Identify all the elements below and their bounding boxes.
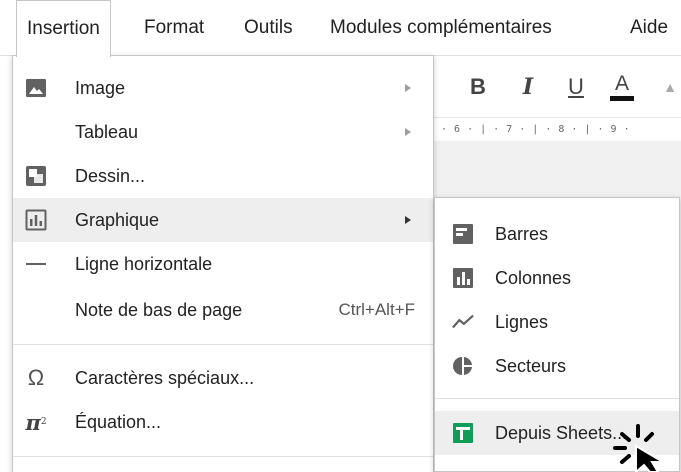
menu-item-tableau[interactable]: Tableau (13, 110, 433, 154)
menu-insertion-label: Insertion (27, 18, 100, 39)
column-chart-icon (452, 267, 474, 289)
menu-item-tableau-label: Tableau (75, 121, 139, 142)
submenu-arrow-icon (405, 128, 411, 136)
line-chart-icon (452, 311, 474, 333)
menu-bar: Insertion Format Outils Modules compléme… (0, 0, 681, 57)
omega-icon: Ω (27, 365, 45, 390)
text-color-swatch (610, 96, 634, 101)
bar-chart-icon (452, 223, 474, 245)
chart-icon (25, 209, 47, 231)
horizontal-line-icon (25, 253, 47, 275)
menu-format-label: Format (144, 17, 205, 38)
submenu-arrow-icon (405, 216, 411, 224)
menu-outils[interactable]: Outils (244, 0, 293, 56)
text-color-letter: A (614, 72, 629, 95)
menu-item-ligne-horizontale-label: Ligne horizontale (75, 253, 213, 274)
menu-item-image[interactable]: Image (13, 66, 433, 110)
menu-separator (13, 344, 433, 345)
submenu-item-secteurs[interactable]: Secteurs (435, 344, 679, 388)
underline-button[interactable]: U (561, 70, 591, 104)
sheets-icon (452, 422, 474, 444)
bold-button[interactable]: B (463, 70, 493, 104)
drawing-icon (25, 165, 47, 187)
menu-item-caracteres-speciaux[interactable]: Ω Caractères spéciaux... (13, 356, 433, 400)
submenu-item-barres[interactable]: Barres (435, 212, 679, 256)
pi-icon: π2 (25, 409, 47, 435)
submenu-arrow-icon (405, 84, 411, 92)
menu-item-dessin[interactable]: Dessin... (13, 154, 433, 198)
menu-item-graphique-label: Graphique (75, 209, 160, 230)
menu-separator-bottom (13, 456, 433, 457)
submenu-item-depuis-sheets[interactable]: Depuis Sheets... (435, 411, 679, 455)
menu-item-note-shortcut: Ctrl+Alt+F (338, 300, 415, 319)
pi-glyph: π (25, 409, 41, 435)
submenu-item-secteurs-label: Secteurs (495, 355, 567, 376)
ruler[interactable]: · 6 · | · 7 · | · 8 · | · 9 · (433, 119, 681, 141)
chart-submenu: Barres Colonnes Lignes Secteurs Depuis S… (434, 197, 680, 472)
submenu-item-colonnes-label: Colonnes (495, 267, 572, 288)
menu-item-dessin-label: Dessin... (75, 165, 146, 186)
menu-modules[interactable]: Modules complémentaires (330, 0, 552, 56)
submenu-item-colonnes[interactable]: Colonnes (435, 256, 679, 300)
menu-item-image-label: Image (75, 77, 126, 98)
submenu-item-lignes-label: Lignes (495, 311, 549, 332)
menu-aide-label: Aide (630, 17, 669, 38)
submenu-item-depuis-sheets-label: Depuis Sheets... (495, 422, 628, 443)
pie-chart-icon (452, 355, 474, 377)
menu-aide[interactable]: Aide (630, 0, 668, 56)
menu-item-ligne-horizontale[interactable]: Ligne horizontale (13, 242, 433, 286)
menu-insertion[interactable]: Insertion (16, 0, 111, 57)
submenu-separator (435, 398, 679, 399)
menu-item-graphique[interactable]: Graphique (13, 198, 433, 242)
menu-item-note-bas-de-page[interactable]: Note de bas de page Ctrl+Alt+F (13, 288, 433, 332)
italic-button[interactable]: I (513, 70, 543, 104)
insert-menu: Image Tableau Dessin... Graphique Ligne … (12, 55, 434, 472)
text-color-button[interactable]: A (607, 70, 637, 104)
menu-format[interactable]: Format (144, 0, 204, 56)
more-tools-icon[interactable]: ▲ (655, 70, 681, 104)
image-icon (25, 77, 47, 99)
submenu-item-lignes[interactable]: Lignes (435, 300, 679, 344)
menu-item-equation[interactable]: π2 Équation... (13, 400, 433, 444)
submenu-item-barres-label: Barres (495, 223, 549, 244)
menu-item-equation-label: Équation... (75, 411, 162, 432)
formatting-toolbar: B I U A ▲ (433, 56, 681, 118)
menu-item-note-label: Note de bas de page (75, 299, 243, 320)
menu-item-caracteres-label: Caractères spéciaux... (75, 367, 255, 388)
menu-modules-label: Modules complémentaires (330, 17, 552, 38)
menu-outils-label: Outils (244, 17, 293, 38)
